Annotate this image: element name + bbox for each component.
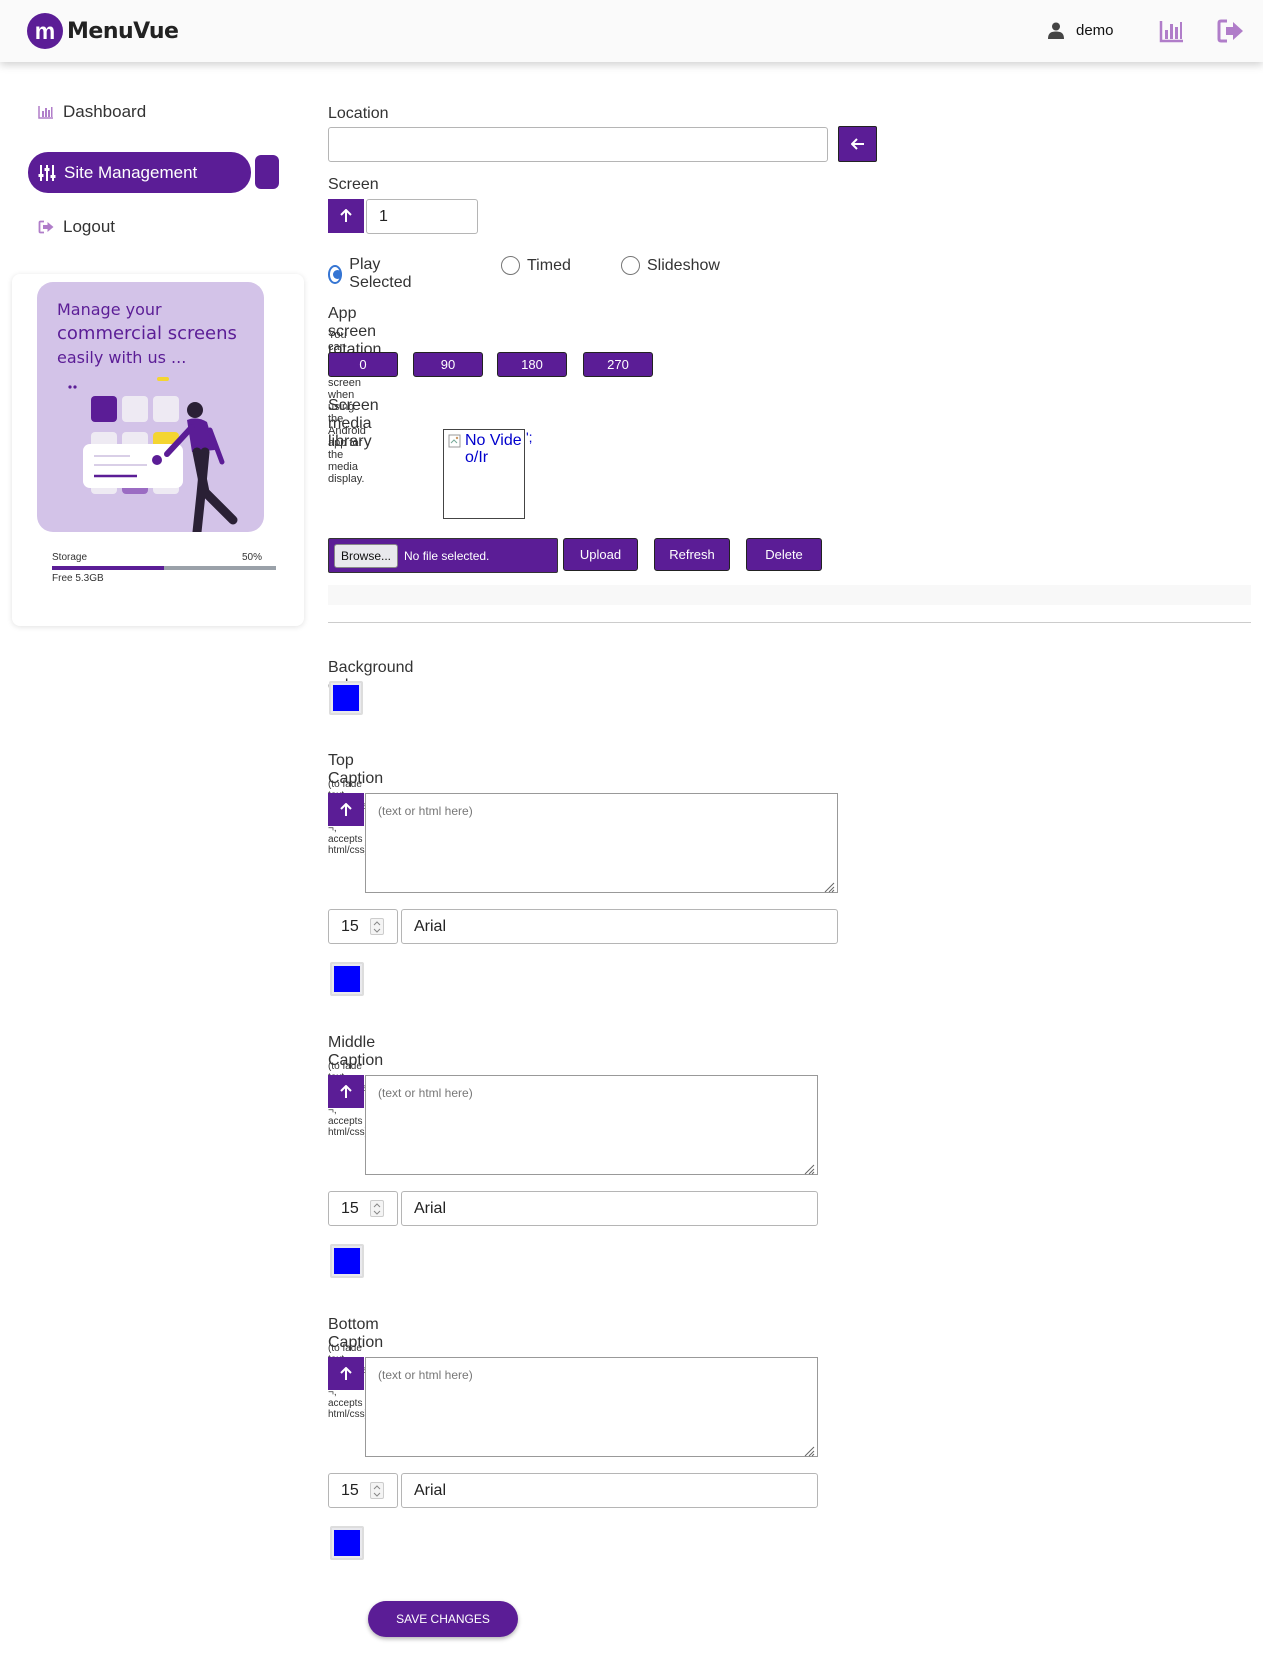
screen-number-input[interactable]: 1 [366, 199, 478, 234]
radio-play-selected[interactable]: Play Selected [328, 256, 416, 292]
middle-caption-up-button[interactable] [328, 1075, 364, 1108]
background-color-picker[interactable] [329, 681, 363, 715]
location-back-button[interactable] [838, 126, 877, 162]
bottom-caption-font-size[interactable]: 15 [328, 1473, 398, 1508]
brand-logo[interactable]: m MenuVue [27, 13, 179, 49]
top-caption-font-family[interactable]: Arial [401, 909, 838, 944]
middle-caption-font-family[interactable]: Arial [401, 1191, 818, 1226]
radio-unchecked-icon [621, 256, 640, 275]
progress-strip [328, 585, 1251, 605]
file-status: No file selected. [404, 548, 490, 563]
storage-free: Free 5.3GB [52, 573, 104, 584]
sidebar-item-logout[interactable]: Logout [38, 217, 115, 237]
rotate-90-button[interactable]: 90 [413, 352, 483, 377]
radio-unchecked-icon [501, 256, 520, 275]
spinner-arrows-icon[interactable] [370, 1482, 384, 1499]
top-caption-up-button[interactable] [328, 793, 364, 826]
arrow-up-icon [340, 1366, 352, 1380]
resize-grip-icon[interactable] [823, 881, 835, 893]
arrow-up-icon [340, 209, 352, 222]
spinner-arrows-icon[interactable] [370, 1200, 384, 1217]
username: demo [1076, 22, 1114, 39]
screen-up-button[interactable] [328, 199, 364, 233]
storage-label: Storage [52, 552, 88, 563]
browse-button[interactable]: Browse... [334, 543, 399, 568]
upload-button[interactable]: Upload [563, 538, 638, 571]
color-swatch [333, 685, 359, 711]
chart-bar-icon [38, 106, 53, 119]
sign-out-icon [38, 220, 54, 234]
top-caption-textarea[interactable]: (text or html here) [365, 793, 838, 893]
resize-grip-icon[interactable] [803, 1445, 815, 1457]
location-label: Location [328, 105, 389, 122]
sidebar-item-label: Logout [63, 217, 115, 236]
media-alt-text: No Video/Ir [465, 432, 522, 466]
font-size-value: 15 [341, 1199, 359, 1217]
radio-label: Timed [527, 256, 571, 274]
promo-card: Manage your commercial screens easily wi… [12, 274, 304, 626]
radio-checked-icon [328, 264, 343, 284]
bottom-caption-textarea[interactable]: (text or html here) [365, 1357, 818, 1457]
brand-name: MenuVue [67, 18, 179, 44]
section-divider [328, 622, 1251, 623]
refresh-button[interactable]: Refresh [654, 538, 730, 571]
middle-caption-textarea[interactable]: (text or html here) [365, 1075, 818, 1175]
broken-image-icon [448, 434, 461, 448]
font-size-value: 15 [341, 1481, 359, 1499]
color-swatch [334, 1530, 360, 1556]
color-swatch [334, 966, 360, 992]
bottom-caption-up-button[interactable] [328, 1357, 364, 1390]
sidebar-item-label: Site Management [64, 162, 198, 182]
sidebar-item-dashboard[interactable]: Dashboard [38, 102, 146, 122]
file-picker[interactable]: Browse... No file selected. [328, 538, 558, 573]
sign-out-icon[interactable] [1217, 18, 1245, 44]
top-caption-color-picker[interactable] [330, 962, 364, 996]
resize-grip-icon[interactable] [803, 1163, 815, 1175]
radio-label: Play Selected [349, 256, 412, 291]
middle-caption-color-picker[interactable] [330, 1244, 364, 1278]
sidebar-item-site-management[interactable]: Site Management [28, 152, 251, 193]
radio-slideshow[interactable]: Slideshow [621, 256, 720, 275]
rotate-180-button[interactable]: 180 [497, 352, 567, 377]
bottom-caption-font-family[interactable]: Arial [401, 1473, 818, 1508]
rotate-0-button[interactable]: 0 [328, 352, 398, 377]
sliders-icon [38, 164, 56, 181]
media-library-label: Screen media library [328, 397, 379, 450]
media-thumbnail[interactable]: No Video/Ir [443, 429, 525, 519]
user-menu[interactable]: demo [1048, 22, 1114, 39]
color-swatch [334, 1248, 360, 1274]
storage-bar [52, 566, 276, 570]
delete-button[interactable]: Delete [746, 538, 822, 571]
save-changes-button[interactable]: SAVE CHANGES [368, 1601, 518, 1637]
logo-mark: m [27, 13, 63, 49]
user-icon [1048, 22, 1064, 39]
arrow-up-icon [340, 1084, 352, 1098]
storage-bar-fill [52, 566, 164, 570]
screen-label: Screen [328, 176, 379, 193]
font-size-value: 15 [341, 917, 359, 935]
sidebar-collapse-handle[interactable] [255, 155, 279, 189]
location-input[interactable] [328, 127, 828, 162]
radio-label: Slideshow [647, 256, 720, 274]
promo-illustration [68, 377, 238, 532]
radio-timed[interactable]: Timed [501, 256, 571, 275]
media-quote-glyph: '; [526, 429, 533, 445]
sidebar-item-label: Dashboard [63, 102, 147, 121]
bottom-caption-color-picker[interactable] [330, 1526, 364, 1560]
arrow-up-icon [340, 802, 352, 816]
storage-percent: 50% [242, 552, 263, 563]
middle-caption-font-size[interactable]: 15 [328, 1191, 398, 1226]
top-bar: m MenuVue demo [0, 0, 1263, 62]
arrow-left-icon [850, 138, 864, 150]
top-caption-font-size[interactable]: 15 [328, 909, 398, 944]
promo-banner: Manage your commercial screens easily wi… [37, 282, 264, 532]
spinner-arrows-icon[interactable] [370, 918, 384, 935]
chart-bar-icon[interactable] [1159, 18, 1185, 44]
rotate-270-button[interactable]: 270 [583, 352, 653, 377]
